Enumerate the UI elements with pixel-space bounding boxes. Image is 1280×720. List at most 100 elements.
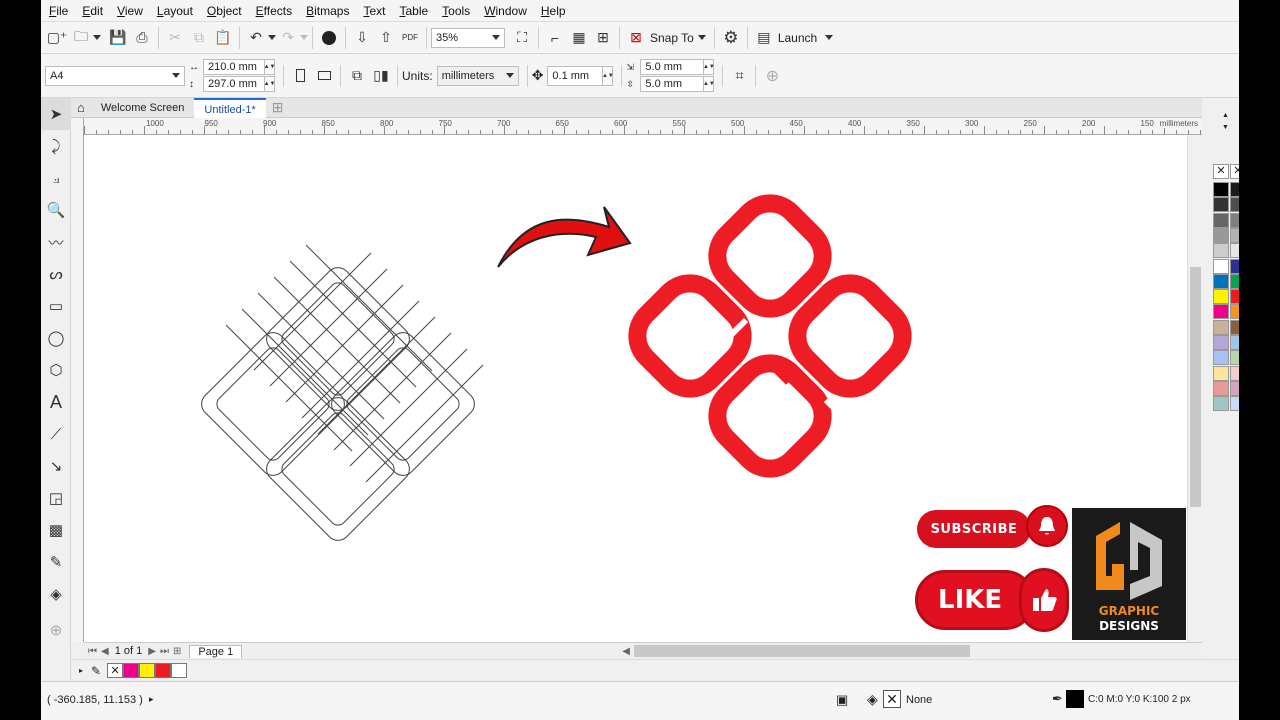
palette-swatch[interactable] bbox=[1213, 396, 1229, 412]
redo-icon[interactable]: ↷ bbox=[277, 27, 299, 49]
page-width-field[interactable]: 210.0 mm bbox=[203, 59, 265, 75]
page-size-select[interactable]: A4 bbox=[45, 65, 185, 86]
palette-swatch[interactable] bbox=[1213, 289, 1229, 305]
prev-page-icon[interactable]: ◀ bbox=[101, 646, 109, 657]
next-page-icon[interactable]: ▶ bbox=[148, 646, 156, 657]
palette-swatch[interactable] bbox=[1230, 380, 1239, 396]
pick-tool-icon[interactable]: ➤ bbox=[41, 98, 71, 130]
publish-pdf-icon[interactable]: PDF bbox=[399, 27, 421, 49]
palette-swatch[interactable] bbox=[1230, 396, 1239, 412]
page-height-spinner[interactable]: ▲▼ bbox=[264, 76, 275, 92]
color-proof-icon[interactable]: ▣ bbox=[836, 692, 848, 708]
tab-welcome-screen[interactable]: Welcome Screen bbox=[91, 98, 195, 118]
horizontal-scroll-thumb[interactable] bbox=[633, 645, 970, 657]
add-preset-icon[interactable]: ⊕ bbox=[761, 65, 783, 87]
all-pages-icon[interactable]: ⧉ bbox=[346, 65, 368, 87]
palette-swatch[interactable] bbox=[1230, 227, 1239, 243]
options-gear-icon[interactable]: ⚙ bbox=[720, 27, 742, 49]
menu-view[interactable]: View bbox=[109, 0, 149, 22]
fill-none-swatch[interactable]: ✕ bbox=[883, 690, 901, 708]
connector-tool-icon[interactable]: ↘ bbox=[41, 450, 71, 482]
add-tool-icon[interactable]: ⊕ bbox=[41, 614, 71, 646]
cut-icon[interactable]: ✂ bbox=[164, 27, 186, 49]
drawing-canvas[interactable] bbox=[84, 135, 1202, 642]
home-icon[interactable]: ⌂ bbox=[71, 100, 91, 115]
snap-off-icon[interactable]: ⊠ bbox=[625, 27, 647, 49]
import-icon[interactable]: ⇩ bbox=[351, 27, 373, 49]
nudge-distance-field[interactable]: 0.1 mm bbox=[547, 65, 604, 86]
menu-effects[interactable]: Effects bbox=[248, 0, 298, 22]
no-color-swatch[interactable]: ✕ bbox=[1213, 164, 1229, 179]
palette-menu-icon[interactable]: ▸ bbox=[79, 666, 83, 675]
polygon-tool-icon[interactable]: ⬡ bbox=[41, 354, 71, 386]
palette-swatch[interactable] bbox=[1230, 273, 1239, 289]
new-document-icon[interactable]: ▢⁺ bbox=[46, 27, 68, 49]
nudge-spinner[interactable]: ▲▼ bbox=[602, 65, 614, 86]
first-page-icon[interactable]: ⏮ bbox=[88, 646, 97, 657]
menu-layout[interactable]: Layout bbox=[149, 0, 199, 22]
palette-swatch[interactable] bbox=[1230, 197, 1239, 213]
search-content-icon[interactable] bbox=[318, 27, 340, 49]
landscape-icon[interactable] bbox=[313, 65, 335, 87]
menu-help[interactable]: Help bbox=[533, 0, 572, 22]
menu-table[interactable]: Table bbox=[391, 0, 434, 22]
scroll-left-icon[interactable]: ◀ bbox=[622, 646, 630, 657]
menu-object[interactable]: Object bbox=[199, 0, 248, 22]
zoom-tool-icon[interactable]: 🔍 bbox=[41, 194, 71, 226]
palette-swatch[interactable] bbox=[1230, 365, 1239, 381]
document-color-swatch[interactable] bbox=[123, 663, 140, 678]
palette-swatch[interactable] bbox=[1213, 197, 1229, 213]
status-menu-icon[interactable]: ▸ bbox=[149, 694, 154, 705]
palette-swatch[interactable] bbox=[1213, 227, 1229, 243]
menu-file[interactable]: File bbox=[41, 0, 74, 22]
palette-swatch[interactable] bbox=[1213, 319, 1229, 335]
palette-swatch[interactable] bbox=[1213, 335, 1229, 350]
menu-bitmaps[interactable]: Bitmaps bbox=[298, 0, 355, 22]
paste-icon[interactable]: 📋 bbox=[212, 27, 234, 49]
palette-swatch[interactable] bbox=[1230, 335, 1239, 350]
palette-swatch[interactable] bbox=[1213, 243, 1229, 259]
ellipse-tool-icon[interactable]: ◯ bbox=[41, 322, 71, 354]
shape-tool-icon[interactable]: ⤸ bbox=[41, 130, 71, 162]
new-tab-icon[interactable]: ⊞ bbox=[266, 99, 290, 116]
artistic-media-icon[interactable]: ᔕ bbox=[41, 258, 71, 290]
units-select[interactable]: millimeters bbox=[436, 65, 519, 86]
palette-swatch[interactable] bbox=[1230, 182, 1239, 197]
palette-swatch[interactable] bbox=[1230, 258, 1239, 274]
palette-swatch[interactable] bbox=[1213, 350, 1229, 366]
export-icon[interactable]: ⇧ bbox=[375, 27, 397, 49]
eyedropper-icon[interactable]: ✎ bbox=[41, 546, 71, 578]
page-frame-icon[interactable]: ⌗ bbox=[728, 65, 750, 87]
interactive-fill-icon[interactable]: ◈ bbox=[41, 578, 71, 610]
current-page-icon[interactable]: ▯▮ bbox=[370, 65, 392, 87]
duplicate-y-spinner[interactable]: ▲▼ bbox=[703, 76, 715, 92]
palette-eyedropper-icon[interactable]: ✎ bbox=[91, 664, 101, 678]
document-color-swatch[interactable] bbox=[171, 663, 188, 678]
menu-text[interactable]: Text bbox=[355, 0, 391, 22]
duplicate-y-field[interactable]: 5.0 mm bbox=[640, 76, 705, 92]
full-screen-icon[interactable]: ⛶ bbox=[511, 27, 533, 49]
redo-dropdown-icon[interactable] bbox=[300, 35, 308, 40]
show-guidelines-icon[interactable]: ⊞ bbox=[592, 27, 614, 49]
copy-icon[interactable]: ⧉ bbox=[188, 27, 210, 49]
rectangle-tool-icon[interactable]: ▭ bbox=[41, 290, 71, 322]
palette-swatch[interactable] bbox=[1230, 350, 1239, 366]
vertical-ruler[interactable] bbox=[71, 118, 84, 642]
outline-color-swatch[interactable] bbox=[1066, 690, 1084, 708]
palette-swatch[interactable] bbox=[1213, 304, 1229, 320]
print-icon[interactable]: ⎙ bbox=[131, 27, 153, 49]
zoom-level-field[interactable]: 35% bbox=[431, 27, 505, 48]
horizontal-ruler[interactable]: 1000 950 900 850 800 750 700 650 600 550 500 450 400… bbox=[84, 118, 1202, 135]
subscribe-button[interactable]: SUBSCRIBE bbox=[917, 510, 1031, 548]
no-color-swatch[interactable]: ✕ bbox=[107, 663, 124, 678]
document-color-swatch[interactable] bbox=[139, 663, 156, 678]
show-grid-icon[interactable]: ▦ bbox=[568, 27, 590, 49]
drop-shadow-icon[interactable]: ◲ bbox=[41, 482, 71, 514]
launch-button[interactable]: Launch bbox=[778, 31, 817, 45]
palette-swatch[interactable] bbox=[1213, 273, 1229, 289]
vertical-scroll-thumb[interactable] bbox=[1190, 267, 1201, 507]
page-size-dropdown-icon[interactable] bbox=[172, 73, 180, 78]
duplicate-x-spinner[interactable]: ▲▼ bbox=[703, 59, 715, 75]
page-1-tab[interactable]: Page 1 bbox=[189, 644, 243, 658]
zoom-dropdown-icon[interactable] bbox=[492, 35, 500, 40]
